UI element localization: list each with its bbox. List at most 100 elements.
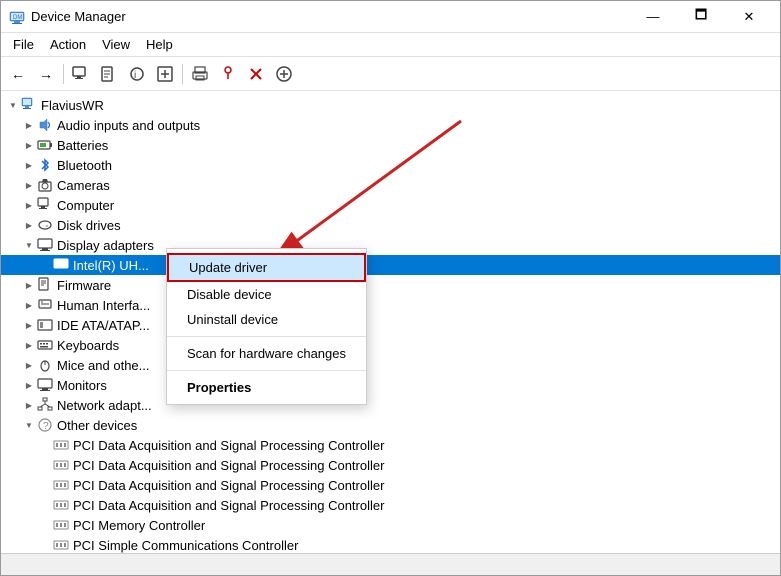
show-computer-button[interactable] [68,61,94,87]
tree-keyboards[interactable]: Keyboards [1,335,780,355]
ctx-properties[interactable]: Properties [167,375,366,400]
title-bar: DM Device Manager — 🗖 ✕ [1,1,780,33]
forward-button[interactable]: → [33,61,59,87]
audio-icon [37,117,53,133]
firmware-icon [37,277,53,293]
pci3-icon [53,477,69,493]
menu-help[interactable]: Help [138,35,181,54]
display-label: Display adapters [57,238,154,253]
tree-bluetooth[interactable]: Bluetooth [1,155,780,175]
tree-firmware[interactable]: Firmware [1,275,780,295]
print-button[interactable] [187,61,213,87]
toolbar-sep-1 [63,64,64,84]
audio-expander[interactable] [21,117,37,133]
svg-text:DM: DM [13,15,22,21]
menu-view[interactable]: View [94,35,138,54]
back-button[interactable]: ← [5,61,31,87]
tree-pci1[interactable]: PCI Data Acquisition and Signal Processi… [1,435,780,455]
pcimem-label: PCI Memory Controller [73,518,205,533]
pci1-icon [53,437,69,453]
device-manager-window: DM Device Manager — 🗖 ✕ File Action View… [0,0,781,576]
tree-pcimem[interactable]: PCI Memory Controller [1,515,780,535]
toolbar: ← → i [1,57,780,91]
tree-network[interactable]: Network adapt... [1,395,780,415]
cameras-icon [37,177,53,193]
batteries-expander[interactable] [21,137,37,153]
ide-expander[interactable] [21,317,37,333]
window-title: Device Manager [31,9,126,24]
display-expander[interactable] [21,237,37,253]
ctx-update-driver[interactable]: Update driver [167,253,366,282]
close-button[interactable]: ✕ [726,3,772,31]
help-button[interactable] [215,61,241,87]
minimize-button[interactable]: — [630,3,676,31]
network-label: Network adapt... [57,398,152,413]
ide-label: IDE ATA/ATAP... [57,318,150,333]
properties-button[interactable] [96,61,122,87]
root-expander[interactable] [5,97,21,113]
tree-intel[interactable]: Intel(R) UH... [1,255,780,275]
pci2-label: PCI Data Acquisition and Signal Processi… [73,458,384,473]
ctx-scan-hardware[interactable]: Scan for hardware changes [167,341,366,366]
tree-batteries[interactable]: Batteries [1,135,780,155]
status-bar [1,553,780,575]
tree-display[interactable]: Display adapters [1,235,780,255]
diskdrives-icon [37,217,53,233]
monitors-label: Monitors [57,378,107,393]
tree-mice[interactable]: Mice and othe... [1,355,780,375]
tree-root[interactable]: FlaviusWR [1,95,780,115]
ctx-uninstall-device[interactable]: Uninstall device [167,307,366,332]
ctx-disable-device[interactable]: Disable device [167,282,366,307]
pci4-icon [53,497,69,513]
other-icon: ? [37,417,53,433]
tree-computer[interactable]: Computer [1,195,780,215]
pci2-icon [53,457,69,473]
keyboards-label: Keyboards [57,338,119,353]
tree-pci4[interactable]: PCI Data Acquisition and Signal Processi… [1,495,780,515]
other-expander[interactable] [21,417,37,433]
pcisimple-icon [53,537,69,553]
diskdrives-expander[interactable] [21,217,37,233]
human-expander[interactable] [21,297,37,313]
scan-button[interactable] [152,61,178,87]
update-driver-button[interactable]: i [124,61,150,87]
add-hardware-button[interactable] [271,61,297,87]
tree-cameras[interactable]: Cameras [1,175,780,195]
intel-label: Intel(R) UH... [73,258,149,273]
computer-icon2 [37,197,53,213]
ctx-sep-1 [167,336,366,337]
tree-audio[interactable]: Audio inputs and outputs [1,115,780,135]
menu-file[interactable]: File [5,35,42,54]
other-label: Other devices [57,418,137,433]
monitors-expander[interactable] [21,377,37,393]
firmware-expander[interactable] [21,277,37,293]
tree-pcisimple[interactable]: PCI Simple Communications Controller [1,535,780,553]
cameras-expander[interactable] [21,177,37,193]
device-tree[interactable]: FlaviusWR Audio inputs and outputs Batte… [1,91,780,553]
mice-expander[interactable] [21,357,37,373]
cameras-label: Cameras [57,178,110,193]
monitors-icon [37,377,53,393]
network-expander[interactable] [21,397,37,413]
tree-pci3[interactable]: PCI Data Acquisition and Signal Processi… [1,475,780,495]
batteries-label: Batteries [57,138,108,153]
diskdrives-label: Disk drives [57,218,121,233]
maximize-button[interactable]: 🗖 [678,3,724,31]
bluetooth-expander[interactable] [21,157,37,173]
tree-ide[interactable]: IDE ATA/ATAP... [1,315,780,335]
tree-other[interactable]: ? Other devices [1,415,780,435]
menu-action[interactable]: Action [42,35,94,54]
main-area: FlaviusWR Audio inputs and outputs Batte… [1,91,780,553]
batteries-icon [37,137,53,153]
menu-bar: File Action View Help [1,33,780,57]
uninstall-button[interactable] [243,61,269,87]
ide-icon [37,317,53,333]
context-menu: Update driver Disable device Uninstall d… [166,248,367,405]
tree-human[interactable]: Human Interfa... [1,295,780,315]
tree-monitors[interactable]: Monitors [1,375,780,395]
tree-diskdrives[interactable]: Disk drives [1,215,780,235]
keyboards-expander[interactable] [21,337,37,353]
tree-pci2[interactable]: PCI Data Acquisition and Signal Processi… [1,455,780,475]
pcimem-icon [53,517,69,533]
computer-expander[interactable] [21,197,37,213]
